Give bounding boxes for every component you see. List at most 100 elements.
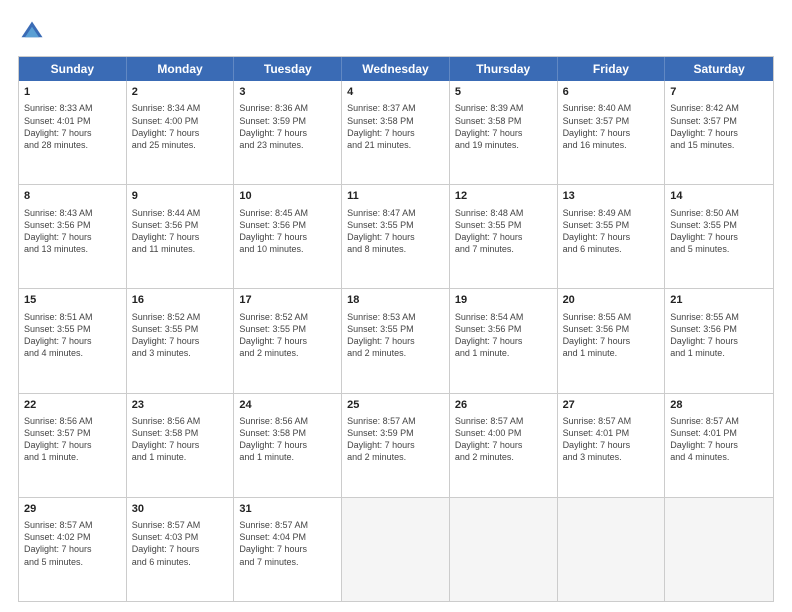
day-info: Sunrise: 8:55 AM Sunset: 3:56 PM Dayligh… xyxy=(670,311,768,360)
day-number: 18 xyxy=(347,293,444,308)
page: SundayMondayTuesdayWednesdayThursdayFrid… xyxy=(0,0,792,612)
day-number: 16 xyxy=(132,293,229,308)
calendar-header-cell: Monday xyxy=(127,57,235,81)
day-info: Sunrise: 8:57 AM Sunset: 4:01 PM Dayligh… xyxy=(670,415,768,464)
day-number: 13 xyxy=(563,189,660,204)
day-number: 11 xyxy=(347,189,444,204)
calendar-cell: 14 Sunrise: 8:50 AM Sunset: 3:55 PM Dayli… xyxy=(665,185,773,288)
calendar-header-cell: Tuesday xyxy=(234,57,342,81)
calendar-cell: 22 Sunrise: 8:56 AM Sunset: 3:57 PM Dayli… xyxy=(19,394,127,497)
calendar-cell: 15Sunrise: 8:51 AM Sunset: 3:55 PM Dayli… xyxy=(19,289,127,392)
calendar-cell xyxy=(558,498,666,601)
calendar-header-cell: Wednesday xyxy=(342,57,450,81)
day-info: Sunrise: 8:50 AM Sunset: 3:55 PM Dayligh… xyxy=(670,207,768,256)
day-info: Sunrise: 8:57 AM Sunset: 4:00 PM Dayligh… xyxy=(455,415,552,464)
day-number: 24 xyxy=(239,398,336,413)
day-info: Sunrise: 8:53 AM Sunset: 3:55 PM Dayligh… xyxy=(347,311,444,360)
day-number: 12 xyxy=(455,189,552,204)
day-number: 1 xyxy=(24,85,121,100)
day-number: 23 xyxy=(132,398,229,413)
calendar-row: 8Sunrise: 8:43 AM Sunset: 3:56 PM Daylig… xyxy=(19,185,773,289)
day-number: 25 xyxy=(347,398,444,413)
calendar-cell: 4 Sunrise: 8:37 AM Sunset: 3:58 PM Daylig… xyxy=(342,81,450,184)
day-info: Sunrise: 8:36 AM Sunset: 3:59 PM Dayligh… xyxy=(239,102,336,151)
calendar-cell: 20 Sunrise: 8:55 AM Sunset: 3:56 PM Dayli… xyxy=(558,289,666,392)
day-info: Sunrise: 8:57 AM Sunset: 4:01 PM Dayligh… xyxy=(563,415,660,464)
day-number: 3 xyxy=(239,85,336,100)
calendar-cell: 8Sunrise: 8:43 AM Sunset: 3:56 PM Daylig… xyxy=(19,185,127,288)
calendar-cell xyxy=(450,498,558,601)
calendar-cell: 2 Sunrise: 8:34 AM Sunset: 4:00 PM Daylig… xyxy=(127,81,235,184)
calendar-cell: 19 Sunrise: 8:54 AM Sunset: 3:56 PM Dayli… xyxy=(450,289,558,392)
day-info: Sunrise: 8:48 AM Sunset: 3:55 PM Dayligh… xyxy=(455,207,552,256)
day-number: 17 xyxy=(239,293,336,308)
day-info: Sunrise: 8:42 AM Sunset: 3:57 PM Dayligh… xyxy=(670,102,768,151)
calendar-cell: 7 Sunrise: 8:42 AM Sunset: 3:57 PM Daylig… xyxy=(665,81,773,184)
calendar-row: 15Sunrise: 8:51 AM Sunset: 3:55 PM Dayli… xyxy=(19,289,773,393)
day-info: Sunrise: 8:57 AM Sunset: 3:59 PM Dayligh… xyxy=(347,415,444,464)
calendar-cell: 27 Sunrise: 8:57 AM Sunset: 4:01 PM Dayli… xyxy=(558,394,666,497)
calendar-cell: 28 Sunrise: 8:57 AM Sunset: 4:01 PM Dayli… xyxy=(665,394,773,497)
day-info: Sunrise: 8:57 AM Sunset: 4:04 PM Dayligh… xyxy=(239,519,336,568)
logo-icon xyxy=(18,18,46,46)
calendar-cell: 25 Sunrise: 8:57 AM Sunset: 3:59 PM Dayli… xyxy=(342,394,450,497)
day-info: Sunrise: 8:54 AM Sunset: 3:56 PM Dayligh… xyxy=(455,311,552,360)
calendar-cell: 17 Sunrise: 8:52 AM Sunset: 3:55 PM Dayli… xyxy=(234,289,342,392)
day-info: Sunrise: 8:52 AM Sunset: 3:55 PM Dayligh… xyxy=(132,311,229,360)
day-info: Sunrise: 8:56 AM Sunset: 3:58 PM Dayligh… xyxy=(132,415,229,464)
day-number: 9 xyxy=(132,189,229,204)
calendar-body: 1 Sunrise: 8:33 AM Sunset: 4:01 PM Daylig… xyxy=(19,81,773,601)
calendar-cell xyxy=(665,498,773,601)
day-info: Sunrise: 8:57 AM Sunset: 4:02 PM Dayligh… xyxy=(24,519,121,568)
day-number: 4 xyxy=(347,85,444,100)
day-info: Sunrise: 8:45 AM Sunset: 3:56 PM Dayligh… xyxy=(239,207,336,256)
day-number: 22 xyxy=(24,398,121,413)
calendar-cell: 23 Sunrise: 8:56 AM Sunset: 3:58 PM Dayli… xyxy=(127,394,235,497)
calendar-cell: 24 Sunrise: 8:56 AM Sunset: 3:58 PM Dayli… xyxy=(234,394,342,497)
day-info: Sunrise: 8:57 AM Sunset: 4:03 PM Dayligh… xyxy=(132,519,229,568)
calendar-row: 1 Sunrise: 8:33 AM Sunset: 4:01 PM Daylig… xyxy=(19,81,773,185)
calendar-header-cell: Sunday xyxy=(19,57,127,81)
day-info: Sunrise: 8:55 AM Sunset: 3:56 PM Dayligh… xyxy=(563,311,660,360)
day-number: 29 xyxy=(24,502,121,517)
day-number: 28 xyxy=(670,398,768,413)
calendar-cell: 26 Sunrise: 8:57 AM Sunset: 4:00 PM Dayli… xyxy=(450,394,558,497)
day-info: Sunrise: 8:34 AM Sunset: 4:00 PM Dayligh… xyxy=(132,102,229,151)
calendar-header-cell: Thursday xyxy=(450,57,558,81)
calendar: SundayMondayTuesdayWednesdayThursdayFrid… xyxy=(18,56,774,602)
day-number: 19 xyxy=(455,293,552,308)
day-number: 5 xyxy=(455,85,552,100)
calendar-row: 22 Sunrise: 8:56 AM Sunset: 3:57 PM Dayli… xyxy=(19,394,773,498)
header xyxy=(18,18,774,46)
calendar-header-cell: Friday xyxy=(558,57,666,81)
day-info: Sunrise: 8:49 AM Sunset: 3:55 PM Dayligh… xyxy=(563,207,660,256)
calendar-cell: 30Sunrise: 8:57 AM Sunset: 4:03 PM Dayli… xyxy=(127,498,235,601)
day-number: 7 xyxy=(670,85,768,100)
day-number: 21 xyxy=(670,293,768,308)
calendar-cell: 29 Sunrise: 8:57 AM Sunset: 4:02 PM Dayli… xyxy=(19,498,127,601)
day-info: Sunrise: 8:43 AM Sunset: 3:56 PM Dayligh… xyxy=(24,207,121,256)
day-info: Sunrise: 8:33 AM Sunset: 4:01 PM Dayligh… xyxy=(24,102,121,151)
day-number: 26 xyxy=(455,398,552,413)
calendar-cell: 31Sunrise: 8:57 AM Sunset: 4:04 PM Dayli… xyxy=(234,498,342,601)
day-info: Sunrise: 8:37 AM Sunset: 3:58 PM Dayligh… xyxy=(347,102,444,151)
day-info: Sunrise: 8:44 AM Sunset: 3:56 PM Dayligh… xyxy=(132,207,229,256)
calendar-cell: 1 Sunrise: 8:33 AM Sunset: 4:01 PM Daylig… xyxy=(19,81,127,184)
calendar-cell: 16 Sunrise: 8:52 AM Sunset: 3:55 PM Dayli… xyxy=(127,289,235,392)
day-number: 20 xyxy=(563,293,660,308)
day-info: Sunrise: 8:40 AM Sunset: 3:57 PM Dayligh… xyxy=(563,102,660,151)
day-info: Sunrise: 8:56 AM Sunset: 3:58 PM Dayligh… xyxy=(239,415,336,464)
calendar-cell: 12 Sunrise: 8:48 AM Sunset: 3:55 PM Dayli… xyxy=(450,185,558,288)
day-info: Sunrise: 8:52 AM Sunset: 3:55 PM Dayligh… xyxy=(239,311,336,360)
day-number: 27 xyxy=(563,398,660,413)
day-info: Sunrise: 8:47 AM Sunset: 3:55 PM Dayligh… xyxy=(347,207,444,256)
calendar-row: 29 Sunrise: 8:57 AM Sunset: 4:02 PM Dayli… xyxy=(19,498,773,601)
day-info: Sunrise: 8:56 AM Sunset: 3:57 PM Dayligh… xyxy=(24,415,121,464)
day-info: Sunrise: 8:51 AM Sunset: 3:55 PM Dayligh… xyxy=(24,311,121,360)
day-number: 6 xyxy=(563,85,660,100)
day-number: 14 xyxy=(670,189,768,204)
day-number: 2 xyxy=(132,85,229,100)
calendar-cell xyxy=(342,498,450,601)
calendar-cell: 10Sunrise: 8:45 AM Sunset: 3:56 PM Dayli… xyxy=(234,185,342,288)
logo xyxy=(18,18,50,46)
